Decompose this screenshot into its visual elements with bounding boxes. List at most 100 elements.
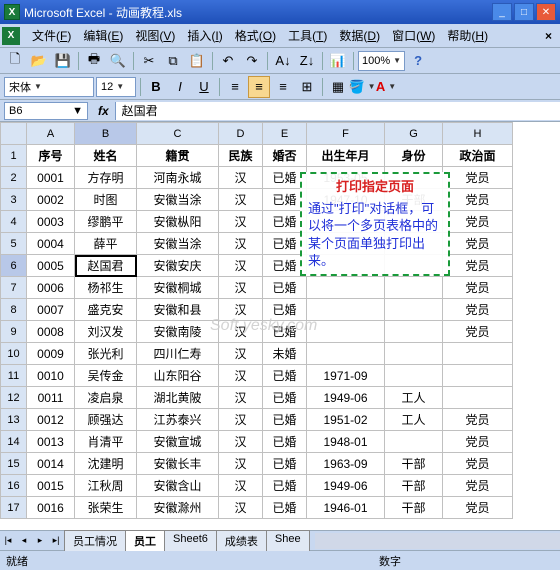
workbook-close-button[interactable]: ×	[539, 29, 558, 43]
close-button[interactable]: ✕	[536, 3, 556, 21]
sheet-tab[interactable]: Shee	[266, 530, 310, 551]
row-header-6[interactable]: 6	[1, 255, 27, 277]
row-header-10[interactable]: 10	[1, 343, 27, 365]
cell[interactable]: 未婚	[263, 343, 307, 365]
cell[interactable]: 党员	[443, 475, 513, 497]
cell[interactable]: 刘汉发	[75, 321, 137, 343]
sort-asc-button[interactable]: A↓	[272, 50, 294, 72]
paste-button[interactable]: 📋	[186, 50, 208, 72]
cell[interactable]: 安徽和县	[137, 299, 219, 321]
cell[interactable]: 0012	[27, 409, 75, 431]
cell[interactable]: 安徽宣城	[137, 431, 219, 453]
cell[interactable]: 0002	[27, 189, 75, 211]
cell[interactable]: 汉	[219, 409, 263, 431]
cell[interactable]: 汉	[219, 343, 263, 365]
cell[interactable]: 党员	[443, 299, 513, 321]
cell[interactable]: 汉	[219, 189, 263, 211]
cell[interactable]: 汉	[219, 431, 263, 453]
cell[interactable]: 0001	[27, 167, 75, 189]
menu-e[interactable]: 编辑(E)	[77, 24, 129, 47]
save-button[interactable]: 💾	[52, 50, 74, 72]
cell[interactable]: 0015	[27, 475, 75, 497]
cell[interactable]: 党员	[443, 497, 513, 519]
cell[interactable]: 四川仁寿	[137, 343, 219, 365]
align-center-button[interactable]: ≡	[248, 76, 270, 98]
cell[interactable]: 安徽当涂	[137, 233, 219, 255]
cell[interactable]: 0010	[27, 365, 75, 387]
cell[interactable]: 江秋周	[75, 475, 137, 497]
cell[interactable]: 干部	[385, 475, 443, 497]
italic-button[interactable]: I	[169, 76, 191, 98]
header-cell[interactable]: 姓名	[75, 145, 137, 167]
cell[interactable]: 0005	[27, 255, 75, 277]
cell[interactable]: 党员	[443, 189, 513, 211]
cell[interactable]: 1948-01	[307, 431, 385, 453]
col-header-G[interactable]: G	[385, 123, 443, 145]
cell[interactable]: 山东阳谷	[137, 365, 219, 387]
cell[interactable]: 凌启泉	[75, 387, 137, 409]
header-cell[interactable]: 序号	[27, 145, 75, 167]
cell[interactable]: 安徽长丰	[137, 453, 219, 475]
cell[interactable]: 1946-01	[307, 497, 385, 519]
cell[interactable]: 方存明	[75, 167, 137, 189]
cell[interactable]: 0014	[27, 453, 75, 475]
col-header-E[interactable]: E	[263, 123, 307, 145]
cell[interactable]: 已婚	[263, 299, 307, 321]
col-header-H[interactable]: H	[443, 123, 513, 145]
tab-nav-next[interactable]: ▸	[32, 533, 48, 549]
cell[interactable]: 汉	[219, 365, 263, 387]
cell[interactable]: 安徽南陵	[137, 321, 219, 343]
cell[interactable]: 党员	[443, 453, 513, 475]
tab-nav-prev[interactable]: ◂	[16, 533, 32, 549]
sheet-tab[interactable]: 员工	[125, 530, 165, 551]
row-header-9[interactable]: 9	[1, 321, 27, 343]
cell[interactable]: 已婚	[263, 431, 307, 453]
cell[interactable]: 干部	[385, 497, 443, 519]
cell[interactable]	[385, 277, 443, 299]
cell[interactable]	[307, 321, 385, 343]
header-cell[interactable]: 籍贯	[137, 145, 219, 167]
header-cell[interactable]: 政治面	[443, 145, 513, 167]
cell[interactable]: 沈建明	[75, 453, 137, 475]
cell[interactable]: 汉	[219, 233, 263, 255]
menu-d[interactable]: 数据(D)	[333, 24, 386, 47]
sheet-tab[interactable]: Sheet6	[164, 530, 217, 551]
cell[interactable]: 0006	[27, 277, 75, 299]
undo-button[interactable]: ↶	[217, 50, 239, 72]
menu-v[interactable]: 视图(V)	[129, 24, 181, 47]
col-header-B[interactable]: B	[75, 123, 137, 145]
cell[interactable]: 汉	[219, 299, 263, 321]
font-color-button[interactable]: A▼	[375, 76, 397, 98]
cell[interactable]: 工人	[385, 387, 443, 409]
header-cell[interactable]: 身份	[385, 145, 443, 167]
cell[interactable]: 0013	[27, 431, 75, 453]
cell[interactable]: 安徽枞阳	[137, 211, 219, 233]
cell[interactable]: 汉	[219, 475, 263, 497]
row-header-11[interactable]: 11	[1, 365, 27, 387]
row-header-17[interactable]: 17	[1, 497, 27, 519]
header-cell[interactable]: 出生年月	[307, 145, 385, 167]
row-header-16[interactable]: 16	[1, 475, 27, 497]
row-header-12[interactable]: 12	[1, 387, 27, 409]
cell[interactable]: 0007	[27, 299, 75, 321]
cell[interactable]: 汉	[219, 211, 263, 233]
cell[interactable]: 1971-09	[307, 365, 385, 387]
align-left-button[interactable]: ≡	[224, 76, 246, 98]
cell[interactable]: 党员	[443, 233, 513, 255]
cell[interactable]: 1949-06	[307, 475, 385, 497]
cell[interactable]: 汉	[219, 387, 263, 409]
row-header-4[interactable]: 4	[1, 211, 27, 233]
cell[interactable]: 党员	[443, 321, 513, 343]
fill-color-button[interactable]: 🪣▼	[351, 76, 373, 98]
name-box[interactable]: B6▼	[4, 102, 88, 120]
cell[interactable]	[385, 321, 443, 343]
cell[interactable]: 河南永城	[137, 167, 219, 189]
horizontal-scrollbar[interactable]	[315, 533, 560, 549]
cell[interactable]: 杨祁生	[75, 277, 137, 299]
cell-grid[interactable]: ABCDEFGH1序号姓名籍贯民族婚否出生年月身份政治面20001方存明河南永城…	[0, 122, 560, 519]
cell[interactable]: 汉	[219, 321, 263, 343]
cell[interactable]: 吴传金	[75, 365, 137, 387]
menu-o[interactable]: 格式(O)	[229, 24, 282, 47]
cell[interactable]: 已婚	[263, 497, 307, 519]
col-header-D[interactable]: D	[219, 123, 263, 145]
